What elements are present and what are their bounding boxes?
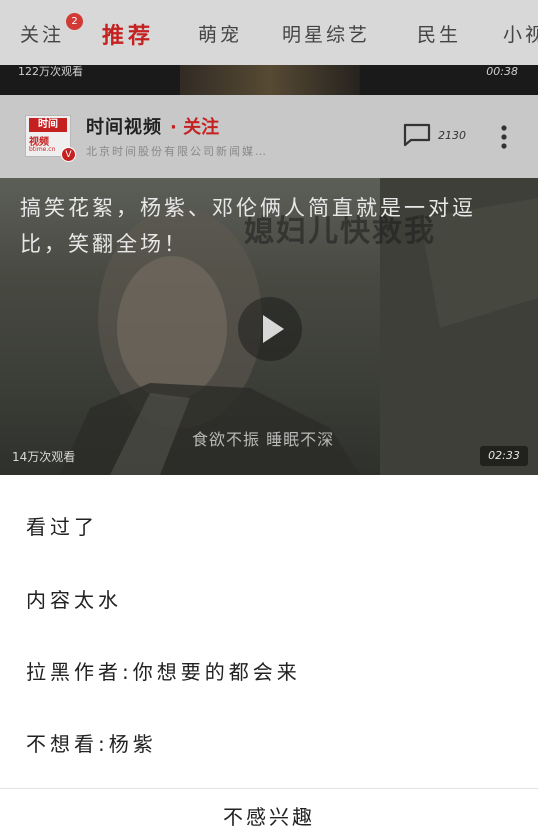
not-interested-button[interactable]: 不感兴趣 [0,801,538,830]
comment-count: 2130 [438,129,466,142]
verified-badge-icon: V [61,147,76,162]
source-logo[interactable]: 时间 视频 btime.cn V [25,115,76,162]
follow-button[interactable]: · 关注 [170,113,219,139]
video-subtitle: 食欲不振 睡眠不深 [192,430,335,449]
tab-recommend[interactable]: 推荐 [102,18,154,50]
video-card-header: 时间 视频 btime.cn V 时间视频 · 关注 北京时间股份有限公司新闻媒… [0,95,538,178]
option-block-author[interactable]: 拉黑作者:你想要的都会来 [26,656,301,685]
sheet-divider [0,788,538,789]
tab-celebrity-variety[interactable]: 明星综艺 [282,20,370,47]
previous-video-views: 122万次观看 [18,65,83,78]
channel-tab-bar: 关注 2 推荐 萌宠 明星综艺 民生 小视 [0,0,538,65]
tab-follow[interactable]: 关注 [20,20,64,47]
tab-pets[interactable]: 萌宠 [198,20,242,47]
previous-video-duration: 00:38 [486,65,518,78]
previous-video-item[interactable]: 122万次观看 00:38 [0,65,538,95]
video-duration: 02:33 [480,446,528,466]
tab-livelihood[interactable]: 民生 [417,20,461,47]
source-logo-top-text: 时间 [29,118,67,132]
option-watched[interactable]: 看过了 [26,511,98,540]
play-icon[interactable] [237,296,303,362]
video-views: 14万次观看 [12,450,76,464]
not-interested-sheet: 看过了 内容太水 拉黑作者:你想要的都会来 不想看:杨紫 不感兴趣 [0,475,538,838]
tab-follow-badge: 2 [66,13,83,30]
option-hide-topic[interactable]: 不想看:杨紫 [26,728,157,757]
more-vertical-icon[interactable] [500,124,508,150]
video-title: 搞笑花絮，杨紫、邓伦俩人简直就是一对逗比，笑翻全场！ [20,196,476,256]
tab-short-video[interactable]: 小视 [503,20,538,47]
source-description: 北京时间股份有限公司新闻媒… [86,145,268,158]
comment-bubble-icon[interactable] [402,123,432,147]
previous-video-thumbnail [180,65,360,95]
source-logo-url-text: btime.cn [29,146,56,153]
video-player[interactable]: 媳妇儿快救我 搞笑花絮，杨紫、邓伦俩人简直就是一对逗比，笑翻全场！ 食欲不振 睡… [0,178,538,475]
option-low-quality[interactable]: 内容太水 [26,584,122,613]
source-name[interactable]: 时间视频 [86,113,162,139]
